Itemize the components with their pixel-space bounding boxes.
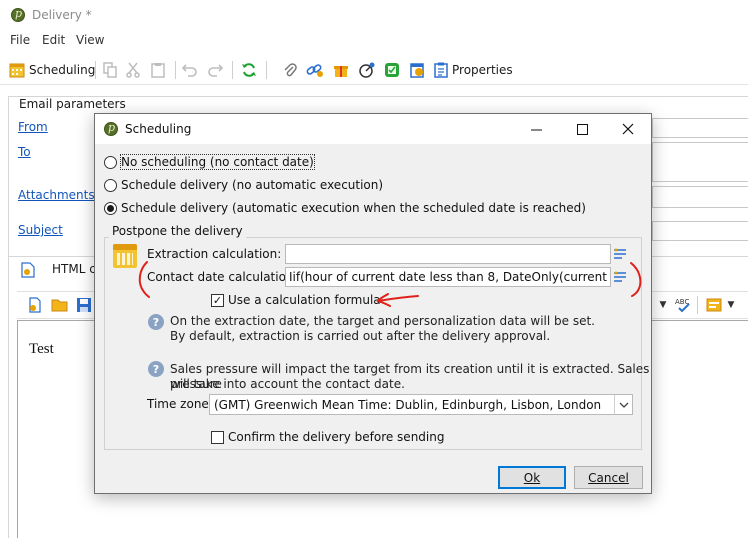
timezone-select[interactable]: (GMT) Greenwich Mean Time: Dublin, Edinb…	[209, 394, 633, 415]
minimize-button[interactable]	[513, 114, 559, 144]
to-field[interactable]	[652, 142, 748, 182]
extraction-calculation-input[interactable]	[285, 244, 611, 264]
option-schedule-manual[interactable]: Schedule delivery (no automatic executio…	[104, 176, 383, 194]
personalization-icon[interactable]	[705, 296, 723, 314]
calendar-icon[interactable]	[8, 61, 26, 79]
attachments-field[interactable]	[652, 186, 748, 208]
contact-date-calculation-label: Contact date calculation:	[147, 270, 298, 284]
cancel-button[interactable]: Cancel	[574, 466, 643, 489]
dialog-title: Scheduling	[125, 122, 192, 136]
extraction-info-line1: On the extraction date, the target and p…	[170, 314, 595, 328]
confirm-delivery-checkbox[interactable]	[211, 430, 224, 444]
use-formula-label: Use a calculation formula	[228, 293, 381, 307]
ok-button[interactable]: Ok	[498, 466, 566, 489]
sales-pressure-info-line2: will take into account the contact date.	[170, 377, 405, 391]
open-folder-icon[interactable]	[51, 296, 69, 314]
extraction-info-line2: By default, extraction is carried out af…	[170, 329, 551, 343]
info-icon: ?	[148, 361, 164, 377]
confirm-delivery[interactable]: Confirm the delivery before sending	[211, 429, 444, 445]
cancel-button-label: Cancel	[588, 470, 629, 485]
radio-label: Schedule delivery (automatic execution w…	[121, 201, 586, 215]
radio-schedule-automatic[interactable]	[104, 201, 117, 215]
properties-toolbar-button[interactable]: Properties	[452, 63, 513, 77]
attachment-icon[interactable]	[281, 61, 299, 79]
ok-button-label: Ok	[523, 470, 541, 485]
main-toolbar: Scheduling Properties	[0, 55, 748, 85]
typology-icon[interactable]	[358, 61, 376, 79]
scheduling-dialog: Scheduling No scheduling (no contact dat…	[94, 113, 652, 494]
calendar-icon	[113, 244, 137, 268]
subject-field[interactable]	[652, 221, 748, 241]
dropdown-arrow-icon[interactable]: ▼	[722, 296, 740, 314]
cut-icon[interactable]	[124, 61, 142, 79]
contact-date-calculation-input[interactable]: Iif(hour of current date less than 8, Da…	[285, 267, 611, 287]
schedule-icon[interactable]	[408, 61, 426, 79]
scheduling-toolbar-button[interactable]: Scheduling	[29, 63, 95, 77]
from-link[interactable]: From	[18, 120, 48, 134]
expression-editor-icon[interactable]	[611, 267, 629, 287]
radio-label: No scheduling (no contact date)	[120, 154, 315, 170]
timezone-value: (GMT) Greenwich Mean Time: Dublin, Edinb…	[214, 398, 602, 412]
from-field[interactable]	[652, 118, 748, 138]
editor-content[interactable]: Test	[29, 341, 54, 358]
postpone-legend: Postpone the delivery	[109, 224, 246, 238]
html-document-icon	[20, 262, 36, 281]
radio-no-scheduling[interactable]	[104, 155, 117, 169]
proof-icon[interactable]	[383, 61, 401, 79]
paste-icon[interactable]	[149, 61, 167, 79]
save-icon[interactable]	[75, 296, 93, 314]
dialog-titlebar: Scheduling	[95, 114, 651, 144]
toolbar-separator	[95, 61, 96, 79]
timezone-label: Time zone:	[147, 397, 213, 411]
radio-label: Schedule delivery (no automatic executio…	[121, 178, 384, 192]
attachments-link[interactable]: Attachments	[18, 188, 95, 202]
maximize-button[interactable]	[559, 114, 605, 144]
radio-schedule-manual[interactable]	[104, 178, 117, 192]
refresh-icon[interactable]	[240, 61, 258, 79]
toolbar-separator	[697, 296, 698, 314]
email-parameters-legend: Email parameters	[17, 97, 128, 111]
menu-edit[interactable]: Edit	[42, 33, 65, 47]
app-logo-icon	[11, 7, 25, 22]
tab-html-content[interactable]: HTML c	[52, 262, 96, 276]
use-calculation-formula[interactable]: ✓ Use a calculation formula	[211, 292, 381, 308]
menu-file[interactable]: File	[10, 33, 30, 47]
toolbar-separator	[232, 61, 233, 79]
to-link[interactable]: To	[18, 145, 31, 159]
close-button[interactable]	[605, 114, 651, 144]
new-document-icon[interactable]	[26, 296, 44, 314]
toolbar-separator	[175, 61, 176, 79]
copy-icon[interactable]	[101, 61, 119, 79]
extraction-calculation-label: Extraction calculation:	[147, 247, 282, 261]
expression-editor-icon[interactable]	[611, 244, 629, 264]
option-schedule-automatic[interactable]: Schedule delivery (automatic execution w…	[104, 199, 586, 217]
menu-view[interactable]: View	[76, 33, 104, 47]
link-tracking-icon[interactable]	[306, 61, 324, 79]
chevron-down-icon[interactable]	[614, 395, 632, 414]
dialog-logo-icon	[104, 121, 118, 136]
confirm-delivery-label: Confirm the delivery before sending	[228, 430, 445, 444]
spellcheck-icon[interactable]: ABC	[674, 296, 692, 314]
use-formula-checkbox[interactable]: ✓	[211, 293, 224, 307]
undo-icon[interactable]	[181, 61, 199, 79]
offer-gift-icon[interactable]	[332, 61, 350, 79]
toolbar-separator	[266, 61, 267, 79]
option-no-scheduling[interactable]: No scheduling (no contact date)	[104, 153, 315, 171]
dropdown-arrow-icon[interactable]: ▼	[654, 296, 672, 314]
app-titlebar: Delivery *	[0, 0, 748, 30]
redo-icon[interactable]	[206, 61, 224, 79]
properties-icon[interactable]	[432, 61, 450, 79]
app-title: Delivery *	[32, 8, 92, 22]
info-icon: ?	[148, 314, 164, 330]
subject-link[interactable]: Subject	[18, 223, 63, 237]
